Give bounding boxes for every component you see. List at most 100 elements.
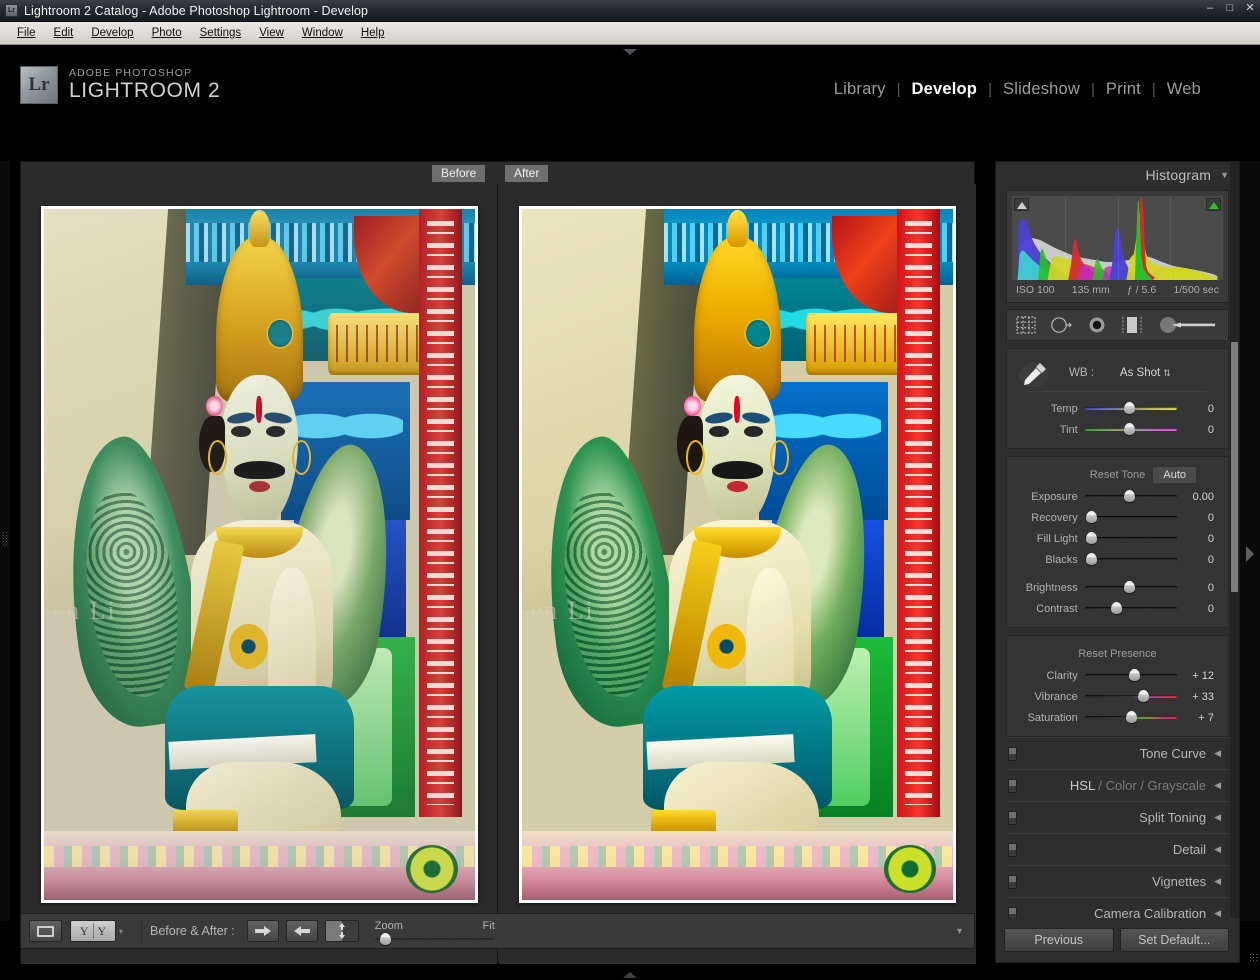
color-label[interactable]: Color: [1106, 778, 1137, 793]
menu-settings[interactable]: Settings: [191, 25, 251, 41]
slider-vibrance[interactable]: Vibrance + 33: [1007, 686, 1228, 707]
hsl-arrow-icon[interactable]: ◀: [1214, 780, 1221, 791]
menu-view[interactable]: View: [250, 25, 293, 41]
module-web[interactable]: Web: [1156, 80, 1212, 99]
menu-help[interactable]: Help: [352, 25, 394, 41]
slider-tint[interactable]: Tint 0: [1007, 419, 1228, 440]
auto-tone-button[interactable]: Auto: [1153, 467, 1196, 483]
brightness-track[interactable]: [1084, 581, 1177, 593]
menu-edit[interactable]: Edit: [45, 25, 83, 41]
menu-photo[interactable]: Photo: [143, 25, 191, 41]
before-after-view-button[interactable]: Y Y: [70, 920, 116, 942]
module-slideshow[interactable]: Slideshow: [992, 80, 1091, 99]
contrast-knob[interactable]: [1111, 602, 1123, 614]
reset-tone-button[interactable]: Reset Tone: [1090, 469, 1145, 481]
swap-before-after-button[interactable]: [324, 920, 359, 942]
exposure-track[interactable]: [1084, 490, 1177, 502]
right-panel-toggle[interactable]: [1240, 161, 1260, 921]
panel-tone-curve[interactable]: Tone Curve ◀: [1006, 737, 1229, 769]
detail-arrow-icon[interactable]: ◀: [1214, 844, 1221, 855]
vibrance-knob[interactable]: [1137, 690, 1149, 702]
set-default-button[interactable]: Set Default...: [1119, 928, 1229, 952]
split-toning-arrow-icon[interactable]: ◀: [1214, 812, 1221, 823]
tone-curve-arrow-icon[interactable]: ◀: [1214, 748, 1221, 759]
vibrance-track[interactable]: [1084, 690, 1177, 702]
panel-hsl-color-grayscale[interactable]: HSL / Color / Grayscale ◀: [1006, 769, 1229, 801]
right-panel-scrollbar[interactable]: [1230, 162, 1239, 962]
minimize-button[interactable]: –: [1204, 3, 1216, 14]
clarity-track[interactable]: [1084, 669, 1177, 681]
slider-clarity[interactable]: Clarity + 12: [1007, 665, 1228, 686]
identity-plate[interactable]: Lr ADOBE PHOTOSHOP LIGHTROOM 2: [20, 66, 220, 104]
wb-value[interactable]: As Shot: [1120, 367, 1160, 379]
slider-blacks[interactable]: Blacks 0: [1007, 549, 1228, 570]
menu-develop[interactable]: Develop: [82, 25, 142, 41]
before-pane[interactable]: en Li: [21, 184, 498, 964]
window-resize-grip[interactable]: [1249, 953, 1257, 961]
left-panel-toggle[interactable]: [0, 161, 10, 921]
hsl-label[interactable]: HSL: [1070, 778, 1095, 793]
blacks-track[interactable]: [1084, 553, 1177, 565]
histogram-graph[interactable]: [1012, 196, 1223, 280]
fill-light-track[interactable]: [1084, 532, 1177, 544]
copy-before-to-after-button[interactable]: [246, 920, 279, 942]
menu-window[interactable]: Window: [293, 25, 352, 41]
slider-saturation[interactable]: Saturation + 7: [1007, 707, 1228, 728]
reset-presence-button[interactable]: Reset Presence: [1078, 648, 1156, 660]
loupe-view-button[interactable]: [29, 920, 62, 942]
close-button[interactable]: ✕: [1244, 3, 1256, 14]
crop-overlay-tool-icon[interactable]: [1015, 315, 1037, 335]
slider-recovery[interactable]: Recovery 0: [1007, 507, 1228, 528]
detail-switch[interactable]: [1008, 843, 1017, 857]
spot-removal-tool-icon[interactable]: [1050, 315, 1074, 335]
slider-temp[interactable]: Temp 0: [1007, 398, 1228, 419]
fill-light-knob[interactable]: [1086, 532, 1098, 544]
red-eye-correction-tool-icon[interactable]: [1087, 315, 1107, 335]
highlight-clipping-button[interactable]: [1206, 198, 1221, 211]
slider-fill-light[interactable]: Fill Light 0: [1007, 528, 1228, 549]
temp-track[interactable]: [1084, 402, 1177, 414]
top-panel-toggle-arrow[interactable]: [623, 49, 637, 55]
panel-detail[interactable]: Detail ◀: [1006, 833, 1229, 865]
exposure-knob[interactable]: [1123, 490, 1135, 502]
panel-vignettes[interactable]: Vignettes ◀: [1006, 865, 1229, 897]
shadow-clipping-button[interactable]: [1014, 198, 1029, 211]
recovery-knob[interactable]: [1086, 511, 1098, 523]
histogram-panel-header[interactable]: Histogram ▼: [996, 162, 1239, 188]
after-pane[interactable]: en Li: [499, 184, 976, 964]
blacks-knob[interactable]: [1086, 553, 1098, 565]
panel-split-toning[interactable]: Split Toning ◀: [1006, 801, 1229, 833]
menu-file[interactable]: File: [8, 25, 45, 41]
hsl-switch[interactable]: [1008, 779, 1017, 793]
split-toning-switch[interactable]: [1008, 811, 1017, 825]
slider-brightness[interactable]: Brightness 0: [1007, 577, 1228, 598]
slider-exposure[interactable]: Exposure 0.00: [1007, 486, 1228, 507]
maximize-button[interactable]: □: [1224, 3, 1236, 14]
filmstrip-toggle-arrow[interactable]: [623, 972, 637, 978]
tone-curve-switch[interactable]: [1008, 747, 1017, 761]
zoom-slider-track[interactable]: [374, 932, 495, 945]
image-viewer[interactable]: Before After en Li en Li: [20, 161, 976, 964]
contrast-track[interactable]: [1084, 602, 1177, 614]
adjustment-brush-tool-icon[interactable]: [1157, 315, 1219, 335]
zoom-slider-knob[interactable]: [379, 932, 391, 945]
zoom-control[interactable]: Zoom Fit: [374, 920, 495, 945]
vignettes-arrow-icon[interactable]: ◀: [1214, 876, 1221, 887]
view-mode-dropdown-icon[interactable]: ▾: [119, 927, 123, 936]
previous-button[interactable]: Previous: [1004, 928, 1114, 952]
toolbar-options-caret-icon[interactable]: ▾: [957, 926, 966, 937]
wb-updown-icon[interactable]: ⇅: [1163, 368, 1171, 379]
tint-track[interactable]: [1084, 423, 1177, 435]
graduated-filter-tool-icon[interactable]: [1120, 315, 1144, 335]
grayscale-label[interactable]: Grayscale: [1148, 778, 1207, 793]
white-balance-selector-icon[interactable]: [1017, 358, 1051, 388]
copy-after-to-before-button[interactable]: [285, 920, 318, 942]
saturation-track[interactable]: [1084, 711, 1177, 723]
module-print[interactable]: Print: [1095, 80, 1152, 99]
chevron-down-icon[interactable]: ▼: [1220, 170, 1229, 180]
tint-knob[interactable]: [1123, 423, 1135, 435]
slider-contrast[interactable]: Contrast 0: [1007, 598, 1228, 619]
temp-knob[interactable]: [1123, 402, 1135, 414]
module-develop[interactable]: Develop: [901, 80, 989, 99]
brightness-knob[interactable]: [1123, 581, 1135, 593]
